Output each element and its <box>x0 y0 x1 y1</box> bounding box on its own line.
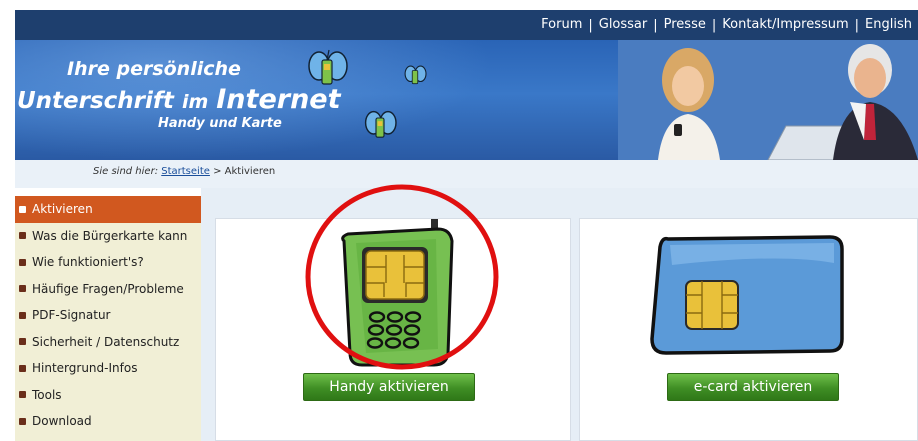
sidebar-item-label: Wie funktioniert's? <box>32 255 144 270</box>
sidebar-item-label: Häufige Fragen/Probleme <box>32 281 184 296</box>
people-photo <box>618 40 918 160</box>
breadcrumb: Sie sind hier: Startseite > Aktivieren <box>93 166 275 177</box>
bullet-icon <box>19 205 26 213</box>
nav-link-glossar[interactable]: Glossar <box>593 10 654 40</box>
activate-ecard-button[interactable]: e-card aktivieren <box>667 373 839 401</box>
activate-phone-button[interactable]: Handy aktivieren <box>303 373 475 401</box>
breadcrumb-current: Aktivieren <box>224 166 276 177</box>
bullet-icon <box>19 364 26 372</box>
sidebar-item-label: Download <box>32 414 92 429</box>
sidebar-item-label: Sicherheit / Datenschutz <box>32 334 180 349</box>
sidebar-item-aktivieren[interactable]: Aktivieren <box>15 196 201 223</box>
nav-link-kontakt[interactable]: Kontakt/Impressum <box>716 10 854 40</box>
ecard-activation-panel: e-card aktivieren <box>579 218 918 441</box>
bullet-icon <box>19 391 26 399</box>
nav-link-presse[interactable]: Presse <box>658 10 712 40</box>
ecard-icon[interactable] <box>580 219 918 369</box>
sidebar-item-label: PDF-Signatur <box>32 308 111 323</box>
highlight-circle <box>305 184 499 370</box>
sidebar-item-hintergrund[interactable]: Hintergrund-Infos <box>15 355 201 382</box>
header-banner: Ihre persönliche Unterschrift im Interne… <box>15 40 918 160</box>
bullet-icon <box>19 338 26 346</box>
bullet-icon <box>19 285 26 293</box>
sidebar-item-tools[interactable]: Tools <box>15 382 201 409</box>
sidebar-item-sicherheit[interactable]: Sicherheit / Datenschutz <box>15 329 201 356</box>
sidebar-item-label: Hintergrund-Infos <box>32 361 138 376</box>
bullet-icon <box>19 258 26 266</box>
sidebar-item-wie-funktionierts[interactable]: Wie funktioniert's? <box>15 249 201 276</box>
sidebar-item-label: Tools <box>32 387 62 402</box>
bullet-icon <box>19 232 26 240</box>
nav-link-forum[interactable]: Forum <box>535 10 588 40</box>
sidebar-item-label: Was die Bürgerkarte kann <box>32 228 188 243</box>
top-navigation: Forum | Glossar | Presse | Kontakt/Impre… <box>15 10 918 40</box>
sidebar-item-download[interactable]: Download <box>15 408 201 435</box>
sidebar-menu: Aktivieren Was die Bürgerkarte kann Wie … <box>15 196 201 441</box>
breadcrumb-home-link[interactable]: Startseite <box>161 166 210 177</box>
breadcrumb-prefix: Sie sind hier: <box>93 166 159 177</box>
breadcrumb-separator: > <box>213 166 222 177</box>
sidebar-item-buergerkarte[interactable]: Was die Bürgerkarte kann <box>15 223 201 250</box>
sidebar-item-label: Aktivieren <box>32 202 93 217</box>
bullet-icon <box>19 417 26 425</box>
bullet-icon <box>19 311 26 319</box>
sidebar-item-pdf-signatur[interactable]: PDF-Signatur <box>15 302 201 329</box>
nav-link-english[interactable]: English <box>859 10 918 40</box>
sidebar-item-faq[interactable]: Häufige Fragen/Probleme <box>15 276 201 303</box>
